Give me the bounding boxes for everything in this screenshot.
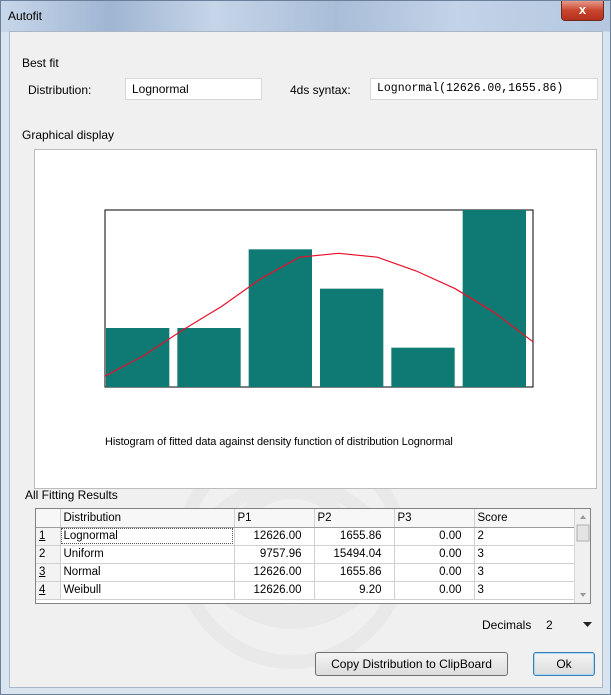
histogram-chart — [104, 209, 534, 388]
cell-p2[interactable]: 1655.86 — [314, 563, 395, 582]
cell-score[interactable]: 3 — [474, 563, 575, 582]
histogram-bar — [177, 328, 241, 387]
title-bar[interactable]: Autofit x — [1, 1, 610, 31]
column-header-p1[interactable]: P1 — [234, 509, 315, 528]
column-header-p2[interactable]: P2 — [314, 509, 395, 528]
row-number[interactable]: 3 — [36, 563, 61, 582]
histogram-bar — [248, 249, 312, 387]
column-header-distribution[interactable]: Distribution — [60, 509, 235, 528]
distribution-label: Distribution: — [28, 83, 92, 97]
table-header-row: Distribution P1 P2 P3 Score — [36, 509, 575, 528]
cell-p1[interactable]: 12626.00 — [234, 563, 315, 582]
graphical-display-panel: Histogram of fitted data against density… — [34, 149, 597, 489]
autofit-window: Autofit x Best fit Distribution: Lognorm… — [0, 0, 611, 695]
cell-p1[interactable]: 12626.00 — [234, 527, 315, 546]
table-scrollbar[interactable] — [574, 509, 590, 603]
column-header-score[interactable]: Score — [474, 509, 575, 528]
cell-score[interactable]: 2 — [474, 527, 575, 546]
scroll-thumb — [576, 524, 590, 542]
copy-distribution-button[interactable]: Copy Distribution to ClipBoard — [315, 652, 508, 676]
window-title: Autofit — [8, 9, 43, 23]
scroll-down-arrow-icon — [580, 593, 586, 597]
table-row[interactable]: 4 Weibull 12626.00 9.20 0.00 3 — [36, 581, 575, 600]
histogram-bar — [106, 328, 170, 387]
scrollbar-graphic — [576, 515, 590, 597]
cell-score[interactable]: 3 — [474, 581, 575, 600]
decimals-value: 2 — [546, 618, 553, 632]
cell-p3[interactable]: 0.00 — [394, 581, 475, 600]
cell-distribution[interactable]: Weibull — [60, 581, 235, 600]
all-fitting-results-heading: All Fitting Results — [25, 488, 118, 502]
decimals-label: Decimals — [482, 618, 532, 632]
best-fit-heading: Best fit — [22, 56, 59, 70]
cell-p2[interactable]: 9.20 — [314, 581, 395, 600]
histogram-bar — [391, 347, 455, 387]
graphical-display-heading: Graphical display — [22, 128, 115, 142]
cell-score[interactable]: 3 — [474, 545, 575, 564]
cell-distribution[interactable]: Uniform — [60, 545, 235, 564]
distribution-field[interactable]: Lognormal — [125, 78, 262, 100]
row-number[interactable]: 1 — [36, 527, 61, 546]
ok-button[interactable]: Ok — [533, 652, 595, 676]
column-header-p3[interactable]: P3 — [394, 509, 475, 528]
cell-p2[interactable]: 1655.86 — [314, 527, 395, 546]
cell-p3[interactable]: 0.00 — [394, 563, 475, 582]
cell-p3[interactable]: 0.00 — [394, 527, 475, 546]
table-row[interactable]: 3 Normal 12626.00 1655.86 0.00 3 — [36, 563, 575, 582]
table-row[interactable]: 1 Lognormal 12626.00 1655.86 0.00 2 — [36, 527, 575, 546]
cell-p3[interactable]: 0.00 — [394, 545, 475, 564]
close-icon: x — [578, 2, 587, 17]
dialog-body: Best fit Distribution: Lognormal 4ds syn… — [9, 31, 603, 688]
decimals-dropdown[interactable]: 2 — [540, 614, 596, 636]
row-number[interactable]: 4 — [36, 581, 61, 600]
scroll-up-arrow-icon — [580, 515, 586, 519]
chart-caption: Histogram of fitted data against density… — [105, 436, 453, 448]
syntax-field[interactable]: Lognormal(12626.00,1655.86) — [370, 78, 598, 100]
results-table: Distribution P1 P2 P3 Score 1 Lognormal … — [35, 508, 591, 604]
chevron-down-icon — [583, 622, 592, 627]
cell-p1[interactable]: 9757.96 — [234, 545, 315, 564]
row-number[interactable]: 2 — [36, 545, 61, 564]
cell-p2[interactable]: 15494.04 — [314, 545, 395, 564]
histogram-bar — [320, 288, 384, 387]
close-button[interactable]: x — [561, 1, 604, 21]
cell-distribution[interactable]: Normal — [60, 563, 235, 582]
cell-distribution[interactable]: Lognormal — [60, 527, 235, 546]
corner-cell — [36, 509, 61, 528]
syntax-label: 4ds syntax: — [290, 83, 351, 97]
cell-p1[interactable]: 12626.00 — [234, 581, 315, 600]
table-row[interactable]: 2 Uniform 9757.96 15494.04 0.00 3 — [36, 545, 575, 564]
results-grid: Distribution P1 P2 P3 Score 1 Lognormal … — [36, 509, 575, 600]
